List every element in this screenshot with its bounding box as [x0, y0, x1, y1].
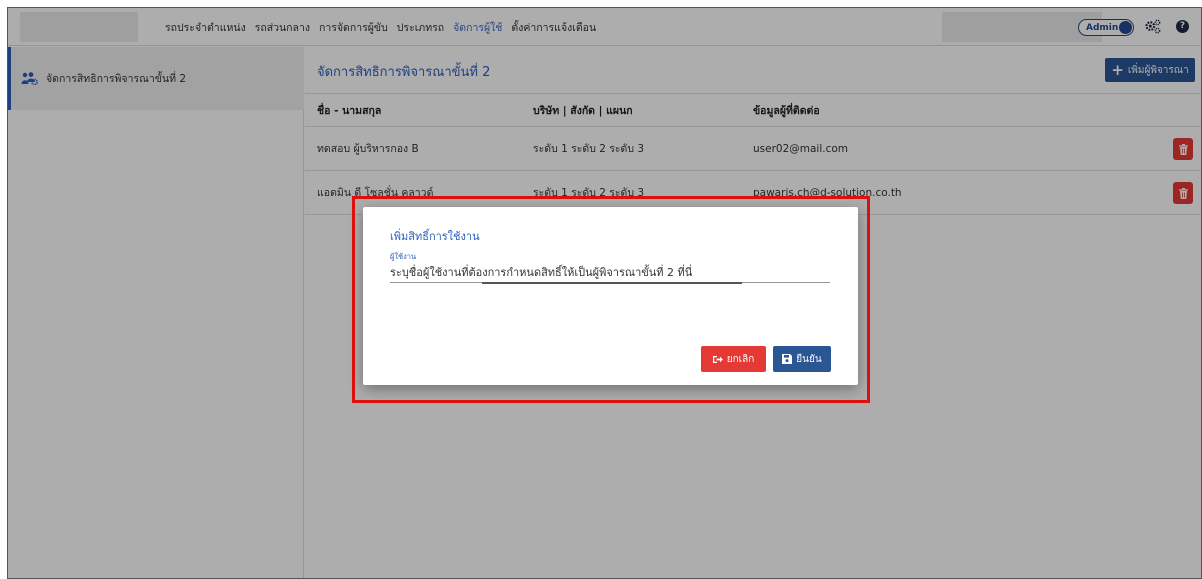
cancel-button[interactable]: ยกเลิก [701, 346, 766, 372]
save-icon [782, 354, 793, 364]
user-search-input[interactable] [390, 263, 830, 283]
confirm-label: ยืนยัน [796, 353, 822, 365]
user-field-label: ผู้ใช้งาน [390, 252, 417, 261]
dialog-title: เพิ่มสิทธิ์การใช้งาน [390, 230, 480, 243]
add-permission-dialog: เพิ่มสิทธิ์การใช้งาน ผู้ใช้งาน ยกเลิก ยื… [363, 207, 858, 385]
cancel-label: ยกเลิก [726, 353, 755, 365]
sign-out-icon [712, 355, 723, 363]
confirm-button[interactable]: ยืนยัน [773, 346, 831, 372]
input-focus-underline [482, 282, 742, 284]
